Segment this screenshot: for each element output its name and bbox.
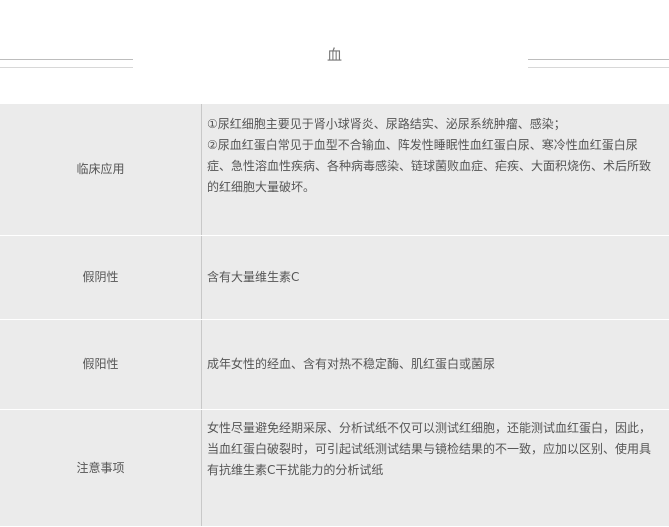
table-row: 假阴性 含有大量维生素C bbox=[0, 236, 669, 320]
info-table: 临床应用 ①尿红细胞主要见于肾小球肾炎、尿路结实、泌尿系统肿瘤、感染； ②尿血红… bbox=[0, 104, 669, 527]
row-value-false-positive: 成年女性的经血、含有对热不稳定酶、肌红蛋白或菌尿 bbox=[202, 320, 669, 410]
row-label-clinical: 临床应用 bbox=[0, 104, 202, 236]
value-line: 成年女性的经血、含有对热不稳定酶、肌红蛋白或菌尿 bbox=[207, 354, 661, 375]
title-divider-right bbox=[528, 59, 669, 68]
row-label-false-negative: 假阴性 bbox=[0, 236, 202, 320]
table-row: 临床应用 ①尿红细胞主要见于肾小球肾炎、尿路结实、泌尿系统肿瘤、感染； ②尿血红… bbox=[0, 104, 669, 236]
row-label-false-positive: 假阳性 bbox=[0, 320, 202, 410]
row-value-clinical: ①尿红细胞主要见于肾小球肾炎、尿路结实、泌尿系统肿瘤、感染； ②尿血红蛋白常见于… bbox=[202, 104, 669, 236]
row-value-false-negative: 含有大量维生素C bbox=[202, 236, 669, 320]
value-line: ①尿红细胞主要见于肾小球肾炎、尿路结实、泌尿系统肿瘤、感染； bbox=[207, 114, 661, 135]
section-header: 血 bbox=[0, 0, 669, 104]
value-line: 女性尽量避免经期采尿、分析试纸不仅可以测试红细胞，还能测试血红蛋白，因此，当血红… bbox=[207, 418, 661, 481]
value-line: 含有大量维生素C bbox=[207, 267, 661, 288]
table-row: 假阳性 成年女性的经血、含有对热不稳定酶、肌红蛋白或菌尿 bbox=[0, 320, 669, 410]
value-line: ②尿血红蛋白常见于血型不合输血、阵发性睡眠性血红蛋白尿、寒冷性血红蛋白尿症、急性… bbox=[207, 135, 661, 198]
